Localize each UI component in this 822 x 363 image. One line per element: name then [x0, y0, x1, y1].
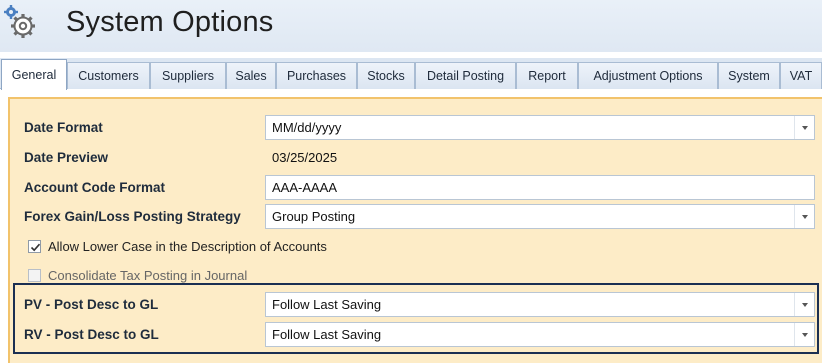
date-preview-label: Date Preview: [24, 150, 109, 165]
forex-strategy-dropdown[interactable]: Group Posting: [265, 204, 815, 229]
pv-post-desc-dropdown[interactable]: Follow Last Saving: [265, 292, 815, 317]
rv-post-desc-dropdown[interactable]: Follow Last Saving: [265, 322, 815, 347]
account-code-format-input[interactable]: AAA-AAAA: [265, 175, 815, 200]
allow-lower-case-label: Allow Lower Case in the Description of A…: [48, 239, 327, 254]
tab-vat[interactable]: VAT: [780, 62, 822, 89]
chevron-down-icon[interactable]: [794, 205, 814, 228]
date-preview-value: 03/25/2025: [265, 145, 815, 170]
chevron-down-icon[interactable]: [794, 323, 814, 346]
consolidate-tax-checkbox[interactable]: Consolidate Tax Posting in Journal: [28, 268, 247, 283]
tab-system[interactable]: System: [718, 62, 780, 89]
checkbox-unchecked-icon[interactable]: [28, 269, 41, 282]
tab-strip: General Customers Suppliers Sales Purcha…: [0, 58, 822, 90]
gear-icon: [2, 4, 42, 44]
tab-report[interactable]: Report: [516, 62, 578, 89]
tab-detail-posting[interactable]: Detail Posting: [415, 62, 516, 89]
rv-post-desc-label: RV - Post Desc to GL: [24, 327, 159, 342]
tab-adjustment-options[interactable]: Adjustment Options: [578, 62, 718, 89]
date-format-dropdown[interactable]: MM/dd/yyyy: [265, 115, 815, 140]
rv-post-desc-value: Follow Last Saving: [272, 327, 382, 342]
tab-purchases[interactable]: Purchases: [276, 62, 357, 89]
date-format-value: MM/dd/yyyy: [272, 120, 342, 135]
forex-strategy-value: Group Posting: [272, 209, 356, 224]
checkbox-checked-icon[interactable]: [28, 240, 41, 253]
date-format-label: Date Format: [24, 120, 103, 135]
pv-post-desc-label: PV - Post Desc to GL: [24, 297, 159, 312]
page-title: System Options: [66, 6, 274, 38]
tab-general[interactable]: General: [1, 59, 67, 90]
tab-suppliers[interactable]: Suppliers: [150, 62, 226, 89]
tab-sales[interactable]: Sales: [226, 62, 276, 89]
window-header: System Options: [0, 0, 822, 52]
tab-customers[interactable]: Customers: [67, 62, 150, 89]
pv-post-desc-value: Follow Last Saving: [272, 297, 382, 312]
account-code-format-label: Account Code Format: [24, 180, 166, 195]
chevron-down-icon[interactable]: [794, 116, 814, 139]
allow-lower-case-checkbox[interactable]: Allow Lower Case in the Description of A…: [28, 239, 327, 254]
consolidate-tax-label: Consolidate Tax Posting in Journal: [48, 268, 248, 283]
tab-stocks[interactable]: Stocks: [357, 62, 415, 89]
forex-strategy-label: Forex Gain/Loss Posting Strategy: [24, 209, 241, 224]
chevron-down-icon[interactable]: [794, 293, 814, 316]
